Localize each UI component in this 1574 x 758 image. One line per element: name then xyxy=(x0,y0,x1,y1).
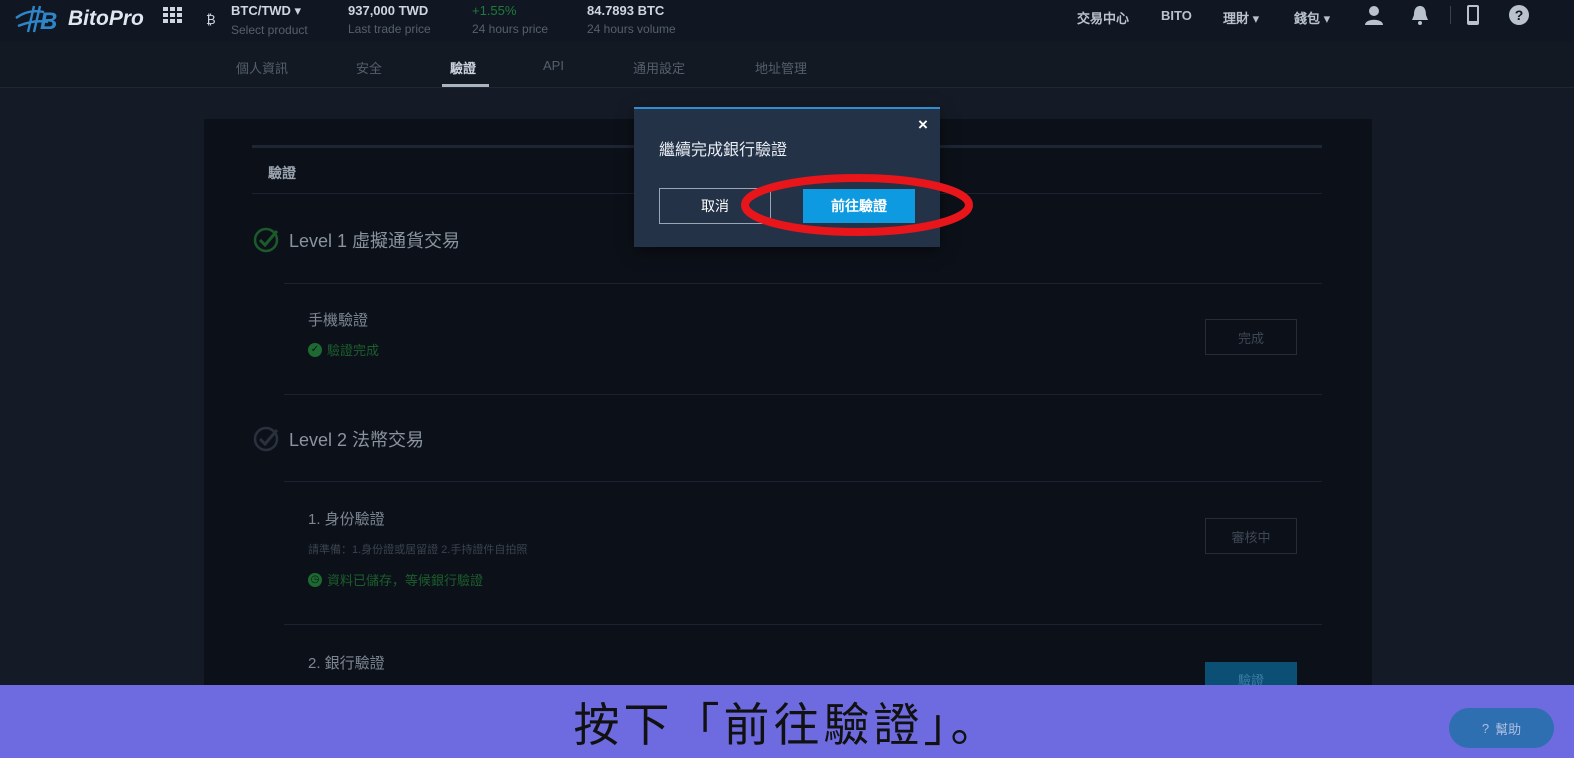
tab-address-management[interactable]: 地址管理 xyxy=(755,58,807,77)
tab-api[interactable]: API xyxy=(543,58,564,73)
product-value: BTC/TWD ▾ xyxy=(231,3,302,18)
nav-wallet[interactable]: 錢包 ▾ xyxy=(1294,8,1330,27)
close-icon[interactable]: × xyxy=(918,116,928,133)
identity-verification-title: 1. 身份驗證 xyxy=(308,511,385,528)
phone-verification-title: 手機驗證 xyxy=(308,312,369,329)
bitcoin-icon: ₿ xyxy=(206,12,216,27)
modal-title: 繼續完成銀行驗證 xyxy=(659,142,788,159)
bitopro-logo-icon: B xyxy=(15,5,57,35)
identity-reviewing-button[interactable]: 審核中 xyxy=(1205,518,1297,554)
check-circle-icon xyxy=(253,227,279,253)
phone-icon[interactable] xyxy=(1462,4,1484,26)
divider xyxy=(284,624,1322,625)
bell-icon[interactable] xyxy=(1409,4,1431,26)
divider xyxy=(284,283,1322,284)
product-label: Select product xyxy=(231,23,308,37)
identity-verification-status: ◷ 資料已儲存，等候銀行驗證 xyxy=(308,570,483,589)
svg-text:?: ? xyxy=(1515,7,1524,23)
go-to-verification-button[interactable]: 前往驗證 xyxy=(803,189,915,223)
tab-general-settings[interactable]: 通用設定 xyxy=(633,58,685,77)
phone-status-text: 驗證完成 xyxy=(327,343,380,358)
phone-done-button[interactable]: 完成 xyxy=(1205,319,1297,355)
help-icon[interactable]: ? xyxy=(1508,4,1530,26)
volume-stat: 84.7893 BTC 24 hours volume xyxy=(587,3,676,36)
caption-text: 按下「前往驗證」。 xyxy=(573,698,1001,751)
grid-menu-icon[interactable] xyxy=(163,7,183,24)
check-icon: ✓ xyxy=(308,342,322,357)
cancel-button[interactable]: 取消 xyxy=(659,188,771,224)
nav-finance[interactable]: 理財 ▾ xyxy=(1223,8,1259,27)
volume-label: 24 hours volume xyxy=(587,22,676,36)
logo[interactable]: B BitoPro xyxy=(14,2,144,36)
divider xyxy=(284,481,1322,482)
user-icon[interactable] xyxy=(1363,4,1385,26)
volume-value: 84.7893 BTC xyxy=(587,3,665,18)
last-trade-value: 937,000 TWD xyxy=(348,3,429,18)
level1-title: Level 1 虛擬通貨交易 xyxy=(289,231,461,251)
bank-verification-title: 2. 銀行驗證 xyxy=(308,655,385,672)
change-stat: +1.55% 24 hours price xyxy=(472,3,548,36)
last-trade-label: Last trade price xyxy=(348,22,431,36)
tab-verification[interactable]: 驗證 xyxy=(450,58,476,77)
svg-text:B: B xyxy=(40,8,57,35)
divider xyxy=(284,394,1322,395)
change-value: +1.55% xyxy=(472,3,517,18)
level2-header: Level 2 法幣交易 xyxy=(252,425,424,453)
active-tab-indicator xyxy=(442,84,489,87)
change-label: 24 hours price xyxy=(472,22,549,36)
help-circle-icon: ? xyxy=(1481,720,1490,736)
top-header: B BitoPro ₿ BTC/TWD ▾ Select product 937… xyxy=(0,0,1574,42)
tab-profile[interactable]: 個人資訊 xyxy=(236,58,288,77)
level1-header: Level 1 虛擬通貨交易 xyxy=(252,226,460,254)
help-button[interactable]: ? 幫助 xyxy=(1449,708,1554,748)
nav-trade-center[interactable]: 交易中心 xyxy=(1077,8,1129,27)
clock-icon: ◷ xyxy=(308,572,322,587)
nav-bito[interactable]: BITO xyxy=(1161,8,1192,23)
help-button-label: 幫助 xyxy=(1495,721,1522,737)
tab-security[interactable]: 安全 xyxy=(356,58,382,77)
level2-title: Level 2 法幣交易 xyxy=(289,430,425,450)
section-title: 驗證 xyxy=(268,165,296,181)
phone-verification-status: ✓ 驗證完成 xyxy=(308,340,379,359)
bank-verification-modal: × 繼續完成銀行驗證 取消 前往驗證 xyxy=(634,107,940,247)
product-selector[interactable]: BTC/TWD ▾ Select product xyxy=(231,3,308,37)
last-trade-stat: 937,000 TWD Last trade price xyxy=(348,3,431,36)
check-circle-icon xyxy=(253,426,279,452)
logo-text: BitoPro xyxy=(68,7,144,30)
header-divider xyxy=(1450,6,1451,24)
account-subnav: 個人資訊 安全 驗證 API 通用設定 地址管理 xyxy=(0,42,1574,88)
identity-status-text: 資料已儲存，等候銀行驗證 xyxy=(327,573,484,588)
caption-bar: 按下「前往驗證」。 xyxy=(0,685,1574,758)
identity-verification-note: 請準備：1.身份證或居留證 2.手持證件自拍照 xyxy=(308,544,528,556)
